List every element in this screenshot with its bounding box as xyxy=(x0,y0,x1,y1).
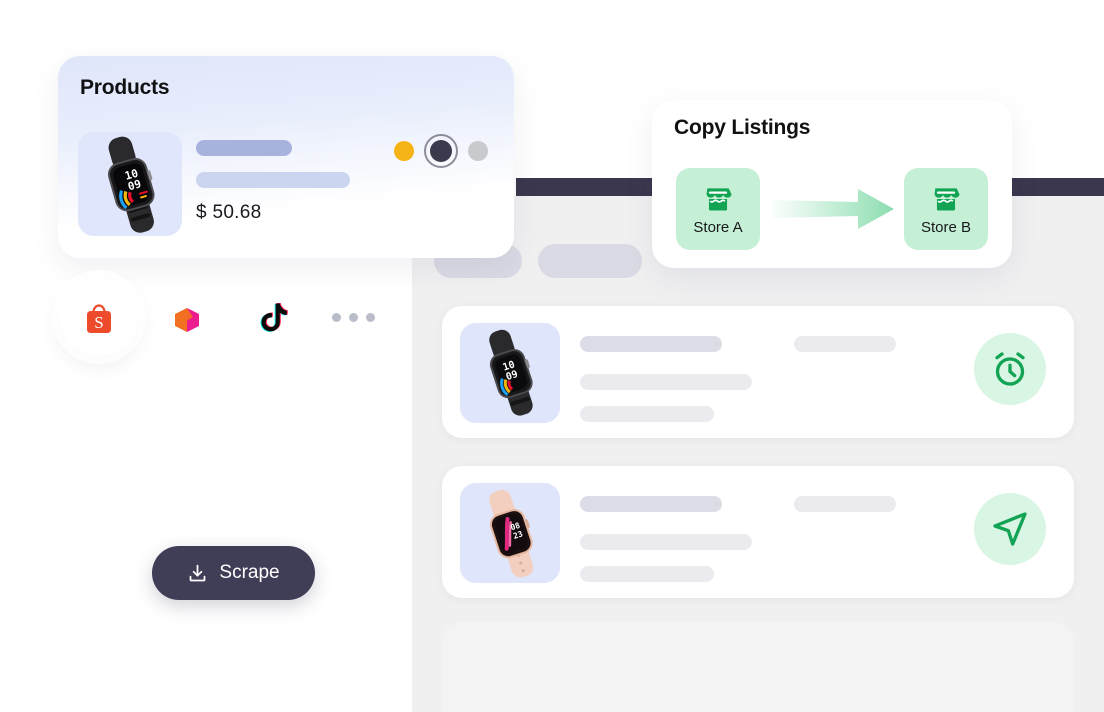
platform-shopee[interactable]: S xyxy=(60,278,138,364)
swatch-amber[interactable] xyxy=(394,141,414,161)
scrape-button-label: Scrape xyxy=(219,562,280,583)
source-store-chip[interactable]: Store A xyxy=(676,168,760,250)
store-icon xyxy=(934,187,960,210)
svg-text:S: S xyxy=(94,313,103,332)
product-thumbnail: 10 09 xyxy=(78,132,182,236)
listing-meta-placeholder xyxy=(580,406,714,422)
listing-thumbnail-black-smartwatch: 10 09 xyxy=(460,323,560,423)
product-desc-placeholder xyxy=(196,172,350,188)
send-icon xyxy=(993,512,1027,546)
platform-lazada[interactable] xyxy=(148,278,226,356)
product-color-swatches xyxy=(394,134,488,168)
copy-listings-title: Copy Listings xyxy=(674,116,811,139)
listing-desc-placeholder xyxy=(580,374,752,390)
listing-tag-placeholder xyxy=(794,496,896,512)
lazada-icon xyxy=(175,308,199,332)
platform-selector: S xyxy=(60,278,375,364)
swatch-dark-navy-selected[interactable] xyxy=(424,134,458,168)
platform-tiktok[interactable] xyxy=(236,278,314,356)
swatch-light-gray[interactable] xyxy=(468,141,488,161)
listing-row-1[interactable]: 10 09 xyxy=(442,306,1074,438)
listing-title-placeholder xyxy=(580,336,722,352)
target-store-label: Store B xyxy=(920,218,972,236)
arrow-right-icon xyxy=(772,189,894,229)
listing-meta-placeholder xyxy=(580,566,714,582)
product-name-placeholder xyxy=(196,140,292,156)
target-store-chip[interactable]: Store B xyxy=(904,168,988,250)
scrape-button[interactable]: Scrape xyxy=(152,546,315,600)
listing-action-schedule[interactable] xyxy=(974,333,1046,405)
download-icon xyxy=(190,564,206,581)
listing-tag-placeholder xyxy=(794,336,896,352)
screenshot-root: 10 09 08 23 Copy Listings Store A Store … xyxy=(0,0,1104,712)
listing-desc-placeholder xyxy=(580,534,752,550)
listing-row-3[interactable] xyxy=(442,622,1074,712)
shopee-icon: S xyxy=(87,304,111,333)
more-platforms-icon[interactable] xyxy=(332,312,375,322)
tab-placeholder-2[interactable] xyxy=(538,244,642,278)
product-price: $ 50.68 xyxy=(196,202,262,223)
products-title: Products xyxy=(80,76,170,99)
store-icon xyxy=(706,187,732,210)
canvas-shell: 10 09 08 23 Copy Listings Store A Store … xyxy=(0,0,1104,712)
alarm-clock-icon xyxy=(995,352,1025,386)
listing-row-2[interactable]: 08 23 xyxy=(442,466,1074,598)
listing-action-publish[interactable] xyxy=(974,493,1046,565)
copy-listings-card: Copy Listings Store A Store B xyxy=(652,100,1012,268)
listing-title-placeholder xyxy=(580,496,722,512)
products-card: Products 10 09 $ 50.68 xyxy=(58,56,514,258)
listing-thumbnail-pink-smartwatch: 08 23 xyxy=(460,483,560,583)
tiktok-icon xyxy=(260,303,288,332)
source-store-label: Store A xyxy=(693,218,743,236)
